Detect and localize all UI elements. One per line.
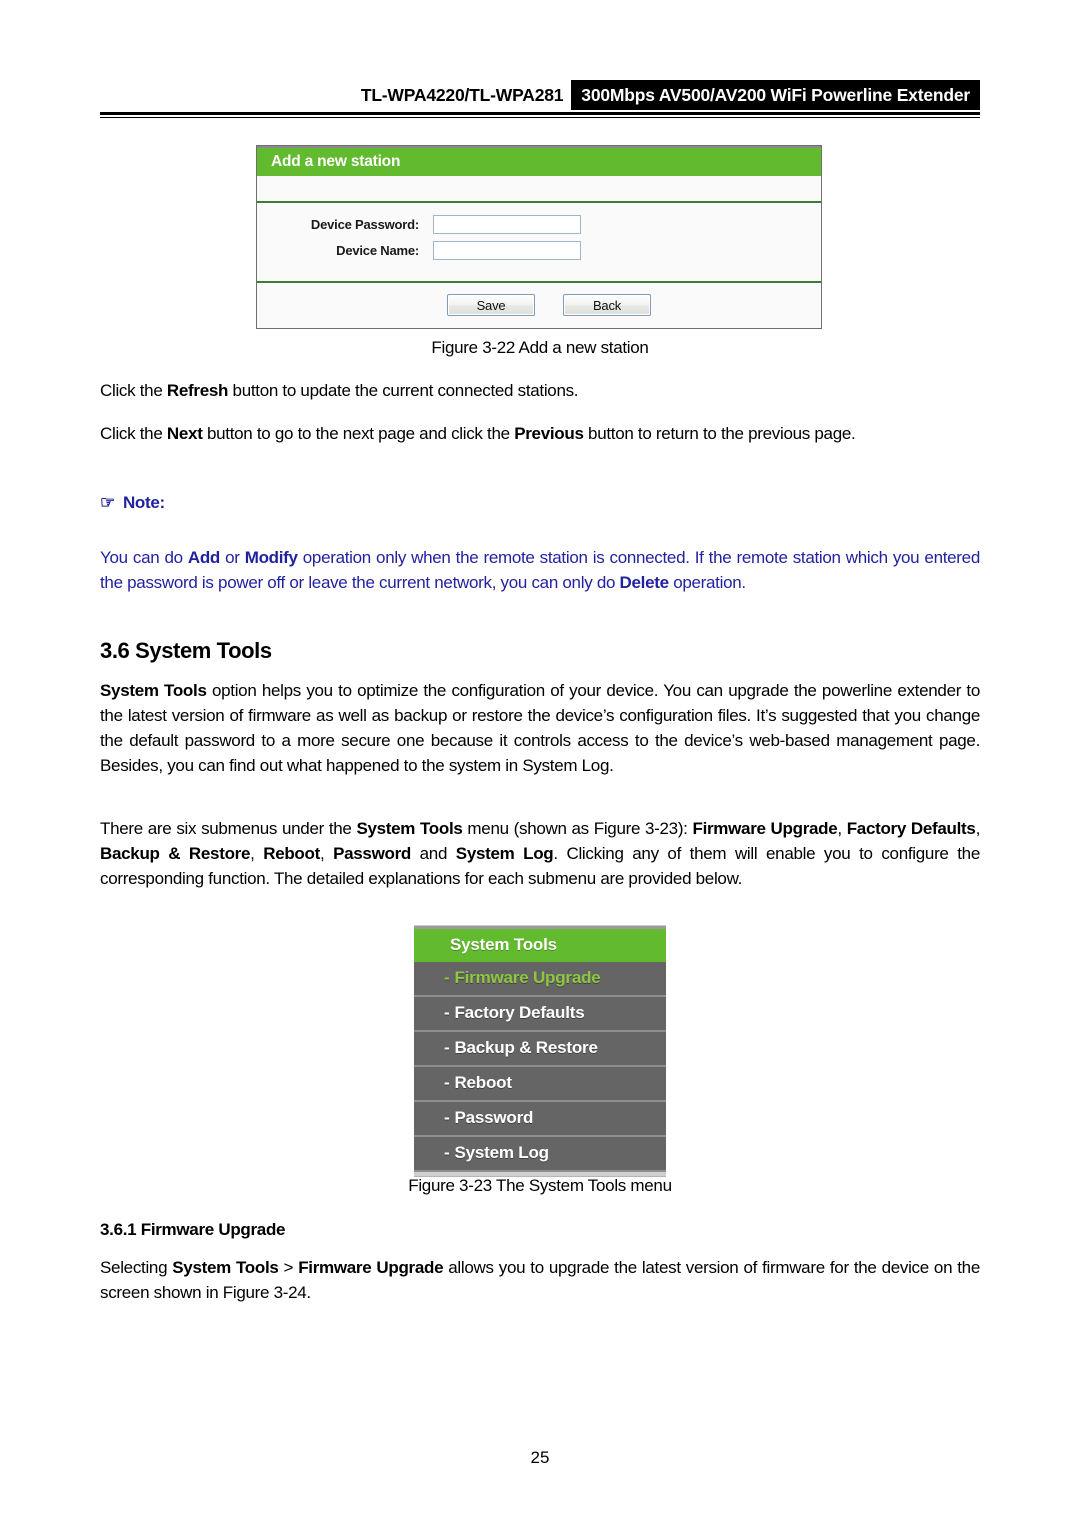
- sub-text-6: ,: [319, 844, 334, 863]
- refresh-text-pre: Click the: [100, 381, 167, 400]
- device-name-input[interactable]: [433, 241, 581, 261]
- menu-item-factory-defaults[interactable]: - Factory Defaults: [414, 997, 666, 1032]
- sub-text-7: and: [410, 844, 456, 863]
- note-heading-label: Note:: [122, 493, 165, 512]
- sub-bold-password: Password: [333, 844, 411, 863]
- menu-dash-icon-2: -: [444, 1038, 450, 1057]
- figure-add-new-station: Add a new station Device Password: Devic…: [256, 145, 822, 330]
- fw-text-1: Selecting: [100, 1258, 173, 1277]
- subsection-heading-3-6-1: 3.6.1 Firmware Upgrade: [100, 1220, 286, 1239]
- note-bold-add: Add: [187, 548, 221, 567]
- paragraph-firmware-upgrade-body: Selecting System Tools > Firmware Upgrad…: [100, 1255, 980, 1305]
- pointing-hand-icon: ☞: [100, 493, 115, 512]
- sub-bold-reboot: Reboot: [263, 844, 320, 863]
- menu-item-password[interactable]: - Password: [414, 1102, 666, 1137]
- document-header: TL-WPA4220/TL-WPA281 300Mbps AV500/AV200…: [100, 80, 980, 114]
- save-button[interactable]: Save: [447, 294, 535, 317]
- header-model-label: TL-WPA4220/TL-WPA281: [360, 84, 564, 105]
- previous-bold-term: Previous: [514, 424, 584, 443]
- panel-spacer: [257, 176, 821, 202]
- sub-bold-backup-restore: Backup & Restore: [100, 844, 251, 863]
- fw-text-2: >: [278, 1258, 299, 1277]
- menu-dash-icon-3: -: [444, 1073, 450, 1092]
- device-name-label: Device Name:: [336, 243, 419, 259]
- refresh-bold-term: Refresh: [166, 381, 229, 400]
- sub-text-3: ,: [837, 819, 847, 838]
- fw-bold-system-tools: System Tools: [172, 1258, 279, 1277]
- back-button[interactable]: Back: [563, 294, 651, 317]
- sub-bold-firmware-upgrade: Firmware Upgrade: [692, 819, 838, 838]
- menu-item-system-log[interactable]: - System Log: [414, 1137, 666, 1172]
- header-product-banner: 300Mbps AV500/AV200 WiFi Powerline Exten…: [571, 80, 980, 110]
- paragraph-submenus: There are six submenus under the System …: [100, 816, 980, 891]
- header-rule-thick: [100, 112, 980, 115]
- form-row-device-name: Device Name:: [257, 241, 821, 261]
- device-password-label: Device Password:: [310, 217, 419, 233]
- menu-item-label-0: Firmware Upgrade: [454, 968, 601, 987]
- figure-caption-3-23: Figure 3-23 The System Tools menu: [408, 1176, 672, 1195]
- note-text-1: You can do: [100, 548, 188, 567]
- nextprev-text-post: button to return to the previous page.: [583, 424, 856, 443]
- sub-text-1: There are six submenus under the: [100, 819, 357, 838]
- section-heading-3-6: 3.6 System Tools: [100, 638, 272, 663]
- refresh-text-post: button to update the current connected s…: [228, 381, 579, 400]
- panel-button-bar: Save Back: [257, 283, 821, 329]
- sub-bold-system-log: System Log: [455, 844, 554, 863]
- sub-bold-factory-defaults: Factory Defaults: [846, 819, 976, 838]
- note-body: You can do Add or Modify operation only …: [100, 545, 980, 595]
- paragraph-next-previous: Click the Next button to go to the next …: [100, 421, 980, 446]
- menu-item-label-2: Backup & Restore: [454, 1038, 598, 1057]
- menu-dash-icon-0: -: [444, 968, 450, 987]
- menu-item-firmware-upgrade[interactable]: - Firmware Upgrade: [414, 962, 666, 997]
- header-rule-thin: [100, 117, 980, 118]
- fw-bold-firmware-upgrade: Firmware Upgrade: [298, 1258, 444, 1277]
- menu-item-reboot[interactable]: - Reboot: [414, 1067, 666, 1102]
- sub-bold-system-tools: System Tools: [356, 819, 463, 838]
- menu-item-label-5: System Log: [454, 1143, 549, 1162]
- menu-item-backup-restore[interactable]: - Backup & Restore: [414, 1032, 666, 1067]
- menu-item-label-3: Reboot: [454, 1073, 512, 1092]
- figure-system-tools-menu: System Tools - Firmware Upgrade - Factory …: [414, 925, 666, 1177]
- paragraph-system-tools-intro: System Tools option helps you to optimiz…: [100, 678, 980, 778]
- document-page: TL-WPA4220/TL-WPA281 300Mbps AV500/AV200…: [0, 0, 1080, 1527]
- paragraph-refresh: Click the Refresh button to update the c…: [100, 378, 980, 403]
- nextprev-text-mid: button to go to the next page and click …: [202, 424, 515, 443]
- note-text-4: operation.: [668, 573, 746, 592]
- note-heading: ☞ Note:: [100, 493, 165, 513]
- note-bold-modify: Modify: [244, 548, 298, 567]
- panel-form-body: Device Password: Device Name:: [257, 203, 821, 282]
- form-row-device-password: Device Password:: [257, 215, 821, 235]
- sub-text-5: ,: [250, 844, 264, 863]
- device-password-input[interactable]: [433, 215, 581, 235]
- next-bold-term: Next: [166, 424, 203, 443]
- menu-item-label-1: Factory Defaults: [454, 1003, 585, 1022]
- note-text-2: or: [220, 548, 245, 567]
- sub-text-4: ,: [975, 819, 981, 838]
- intro-bold-system-tools: System Tools: [100, 681, 207, 700]
- panel-title-add-station: Add a new station: [257, 148, 821, 177]
- page-number: 25: [530, 1448, 550, 1467]
- intro-text: option helps you to optimize the configu…: [100, 681, 981, 775]
- menu-item-label-4: Password: [454, 1108, 534, 1127]
- menu-dash-icon-4: -: [444, 1108, 450, 1127]
- note-bold-delete: Delete: [619, 573, 670, 592]
- nextprev-text-pre: Click the: [100, 424, 167, 443]
- sub-text-2: menu (shown as Figure 3-23):: [462, 819, 693, 838]
- menu-dash-icon-1: -: [444, 1003, 450, 1022]
- menu-header-system-tools: System Tools: [414, 929, 666, 962]
- menu-dash-icon-5: -: [444, 1143, 450, 1162]
- figure-caption-3-22: Figure 3-22 Add a new station: [431, 338, 649, 357]
